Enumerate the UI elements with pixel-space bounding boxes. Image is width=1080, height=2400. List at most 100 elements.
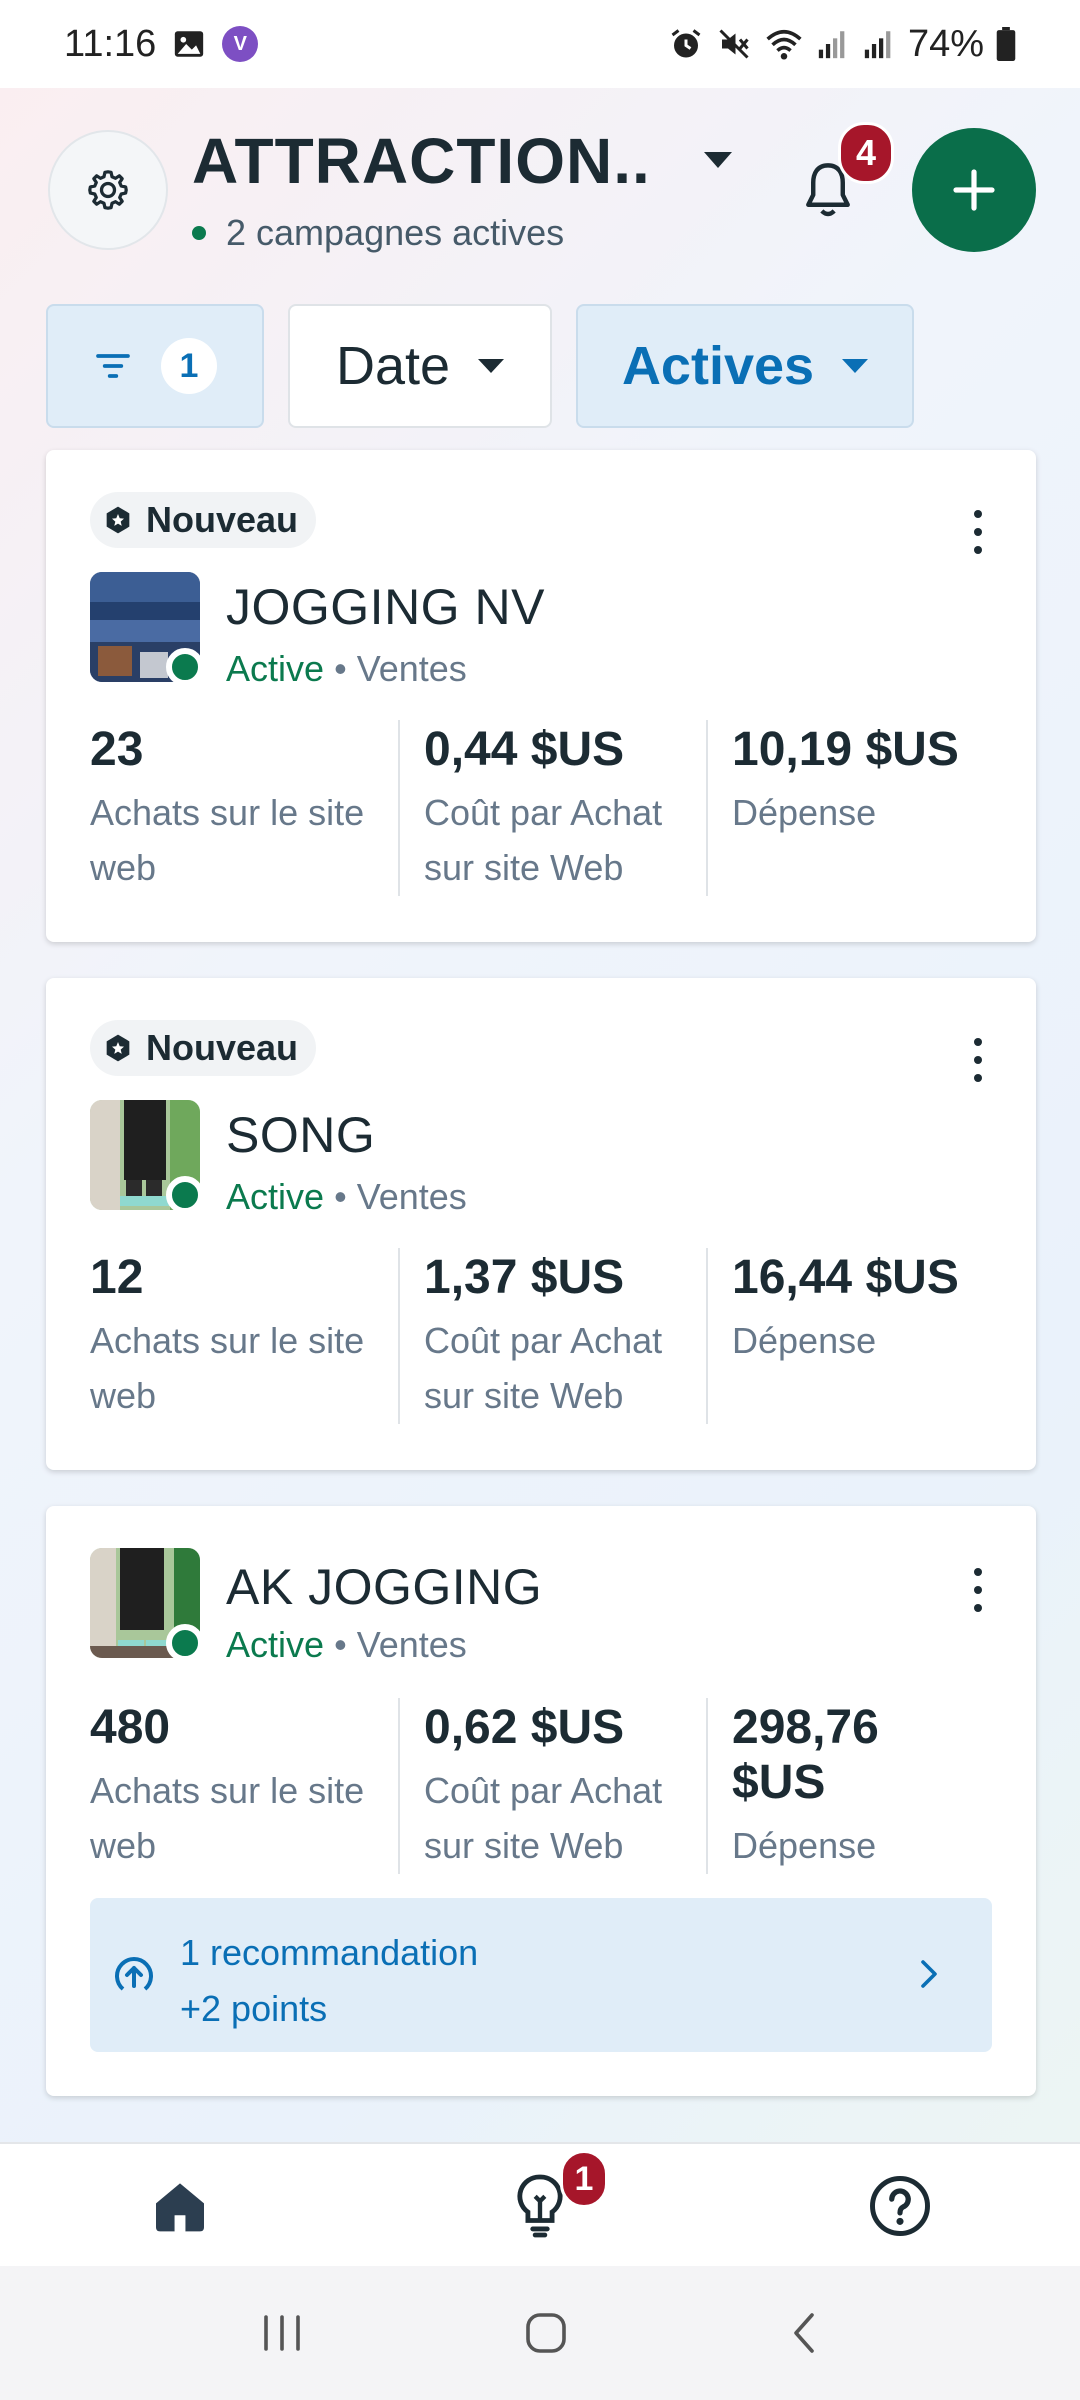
- campaign-metrics: 12 Achats sur le site web 1,37 $US Coût …: [90, 1248, 996, 1424]
- status-separator: •: [334, 1176, 347, 1217]
- app-screen: 11:16 V 74% ATTRACTION.. 2 campagnes act…: [0, 0, 1080, 2400]
- nav-home-button[interactable]: [140, 2166, 220, 2246]
- new-badge-label: Nouveau: [146, 1027, 299, 1068]
- campaign-name[interactable]: AK JOGGING: [226, 1558, 542, 1616]
- campaign-thumbnail: [90, 1548, 204, 1662]
- filter-button[interactable]: 1: [46, 304, 264, 428]
- campaign-status: Active: [226, 648, 325, 689]
- campaign-status-line: Active • Ventes: [226, 1624, 467, 1666]
- metric-value: 23: [90, 723, 144, 776]
- metric-value: 480: [90, 1701, 171, 1754]
- gear-icon: [88, 170, 128, 210]
- caret-down-icon: [842, 359, 869, 373]
- notification-count-badge: 4: [838, 122, 894, 184]
- campaign-status: Active: [226, 1624, 325, 1665]
- more-options-button[interactable]: [968, 500, 988, 564]
- more-options-button[interactable]: [968, 1028, 988, 1092]
- hexagon-badge-icon: [106, 1034, 130, 1062]
- metric-label: Dépense: [732, 1320, 877, 1361]
- caret-down-icon: [478, 359, 505, 373]
- metric-cost-per-purchase: 0,44 $US Coût par Achat sur site Web: [398, 720, 706, 896]
- metric-label: Dépense: [732, 792, 877, 833]
- campaign-card[interactable]: Nouveau SONG Active • Ventes 12 Achats s…: [46, 978, 1036, 1470]
- new-badge: Nouveau: [90, 1020, 317, 1076]
- account-name[interactable]: ATTRACTION..: [192, 124, 651, 198]
- campaign-objective: Ventes: [356, 1624, 467, 1665]
- active-status-dot: [166, 648, 204, 686]
- campaign-thumbnail: [90, 572, 204, 686]
- back-icon[interactable]: [786, 2309, 822, 2357]
- metric-value: 16,44 $US: [732, 1251, 959, 1304]
- date-filter-dropdown[interactable]: Date: [288, 304, 552, 428]
- campaign-status-line: Active • Ventes: [226, 1176, 467, 1218]
- new-badge-label: Nouveau: [146, 499, 299, 540]
- home-circle-icon[interactable]: [522, 2309, 570, 2357]
- battery-icon: [996, 27, 1016, 61]
- campaign-name[interactable]: JOGGING NV: [226, 578, 545, 636]
- metric-label: Coût par Achat sur site Web: [424, 1770, 663, 1866]
- alarm-icon: [668, 26, 704, 62]
- settings-button[interactable]: [48, 130, 168, 250]
- metric-value: 0,62 $US: [424, 1701, 625, 1754]
- filter-row: 1 Date Actives: [0, 304, 1080, 428]
- battery-percent: 74%: [907, 22, 984, 65]
- nav-help-button[interactable]: [860, 2166, 940, 2246]
- filter-count-badge: 1: [161, 338, 217, 394]
- metric-label: Achats sur le site web: [90, 1320, 365, 1416]
- header: ATTRACTION.. 2 campagnes actives 4: [0, 88, 1080, 298]
- active-status-dot: [166, 1624, 204, 1662]
- ideas-count-badge: 1: [560, 2150, 608, 2208]
- metric-label: Achats sur le site web: [90, 1770, 365, 1866]
- metric-purchases: 12 Achats sur le site web: [90, 1248, 398, 1424]
- signal-icon-1: [816, 27, 850, 61]
- metric-value: 298,76 $US: [732, 1701, 879, 1809]
- status-bar: 11:16 V 74%: [0, 0, 1080, 88]
- metric-value: 12: [90, 1251, 144, 1304]
- active-status-dot: [166, 1176, 204, 1214]
- recommendation-banner[interactable]: 1 recommandation +2 points: [90, 1898, 992, 2052]
- metric-label: Achats sur le site web: [90, 792, 365, 888]
- system-navigation-bar: [0, 2266, 1080, 2400]
- status-time: 11:16: [64, 22, 157, 65]
- signal-icon-2: [862, 27, 896, 61]
- active-campaigns-summary: 2 campagnes actives: [192, 212, 564, 254]
- bottom-navigation: 1: [0, 2142, 1080, 2266]
- campaign-objective: Ventes: [356, 648, 467, 689]
- metric-cost-per-purchase: 1,37 $US Coût par Achat sur site Web: [398, 1248, 706, 1424]
- campaign-status-line: Active • Ventes: [226, 648, 467, 690]
- metric-spend: 10,19 $US Dépense: [706, 720, 996, 896]
- viber-notification-icon: V: [222, 26, 259, 62]
- recommendation-points: +2 points: [180, 1988, 328, 2029]
- plus-icon: [953, 169, 995, 211]
- gallery-notification-icon: [172, 27, 206, 61]
- metric-label: Coût par Achat sur site Web: [424, 1320, 663, 1416]
- campaign-thumbnail: [90, 1100, 204, 1214]
- status-separator: •: [334, 1624, 347, 1665]
- campaign-card[interactable]: AK JOGGING Active • Ventes 480 Achats su…: [46, 1506, 1036, 2096]
- mute-icon: [716, 26, 752, 62]
- metric-cost-per-purchase: 0,62 $US Coût par Achat sur site Web: [398, 1698, 706, 1874]
- wifi-icon: [764, 26, 804, 62]
- status-filter-dropdown[interactable]: Actives: [576, 304, 914, 428]
- recent-apps-icon[interactable]: [258, 2310, 306, 2356]
- campaign-objective: Ventes: [356, 1176, 467, 1217]
- hexagon-badge-icon: [106, 506, 130, 534]
- arrow-up-circle-icon: [115, 1957, 153, 1991]
- metric-value: 0,44 $US: [424, 723, 625, 776]
- campaign-card[interactable]: Nouveau JOGGING NV Active • Ventes 23 Ac…: [46, 450, 1036, 942]
- date-filter-label: Date: [335, 336, 451, 396]
- metric-label: Coût par Achat sur site Web: [424, 792, 663, 888]
- metric-purchases: 480 Achats sur le site web: [90, 1698, 398, 1874]
- status-separator: •: [334, 648, 347, 689]
- campaign-status: Active: [226, 1176, 325, 1217]
- filter-icon: [96, 354, 130, 378]
- campaign-name[interactable]: SONG: [226, 1106, 375, 1164]
- more-options-button[interactable]: [968, 1558, 988, 1622]
- metric-purchases: 23 Achats sur le site web: [90, 720, 398, 896]
- create-campaign-button[interactable]: [912, 128, 1036, 252]
- chevron-right-icon: [921, 1960, 937, 1988]
- new-badge: Nouveau: [90, 492, 317, 548]
- active-status-dot: [192, 226, 206, 240]
- account-dropdown-icon[interactable]: [704, 152, 732, 168]
- help-icon: [870, 2176, 930, 2236]
